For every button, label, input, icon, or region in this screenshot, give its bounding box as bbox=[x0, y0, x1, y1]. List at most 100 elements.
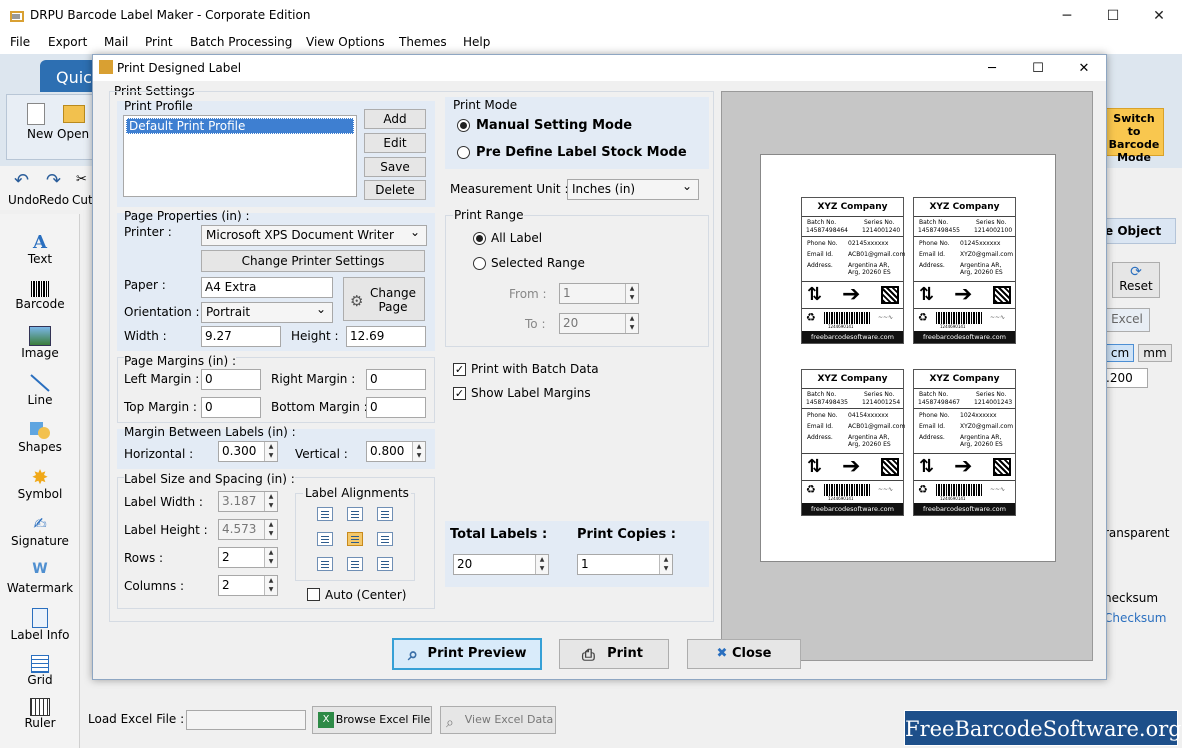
columns-spinner[interactable]: ▲ ▼ bbox=[264, 576, 277, 595]
tab-quick[interactable]: Quic bbox=[40, 60, 100, 92]
view-excel-button[interactable]: ⌕ View Excel Data bbox=[440, 706, 556, 734]
delete-profile-button[interactable]: Delete bbox=[364, 180, 426, 200]
menu-export[interactable]: Export bbox=[48, 35, 87, 49]
menu-view-options[interactable]: View Options bbox=[306, 35, 385, 49]
profile-list-item[interactable]: Default Print Profile bbox=[126, 118, 354, 134]
change-page-button[interactable]: ⚙ Change Page bbox=[343, 277, 425, 321]
close-button[interactable]: ✖ Close bbox=[687, 639, 801, 669]
align-bottom-left-icon[interactable] bbox=[317, 557, 333, 571]
from-field[interactable]: 1 ▲ ▼ bbox=[559, 283, 639, 304]
excel-path-field[interactable] bbox=[186, 710, 306, 730]
dialog-close-button[interactable]: ✕ bbox=[1061, 55, 1107, 81]
save-profile-button[interactable]: Save bbox=[364, 157, 426, 177]
close-window-button[interactable]: ✕ bbox=[1136, 0, 1182, 32]
property-value-field[interactable]: .200 bbox=[1102, 368, 1148, 388]
browse-excel-button[interactable]: X Browse Excel File bbox=[312, 706, 432, 734]
columns-field[interactable]: 2 ▲ ▼ bbox=[218, 575, 278, 596]
tool-signature[interactable]: ✍ Signature bbox=[0, 510, 80, 556]
rows-field[interactable]: 2 ▲ ▼ bbox=[218, 547, 278, 568]
cut-button[interactable]: Cut bbox=[72, 193, 93, 207]
total-labels-field[interactable]: 20 ▲ ▼ bbox=[453, 554, 549, 575]
printer-select[interactable]: Microsoft XPS Document Writer bbox=[201, 225, 427, 246]
open-button[interactable]: Open bbox=[57, 127, 89, 141]
left-margin-field[interactable]: 0 bbox=[201, 369, 261, 390]
undo-button[interactable]: Undo bbox=[8, 193, 39, 207]
all-label-radio[interactable] bbox=[473, 232, 486, 245]
batch-data-checkbox[interactable]: ✓ bbox=[453, 363, 466, 376]
predefine-mode-radio[interactable] bbox=[457, 146, 470, 159]
reset-button[interactable]: ⟳ Reset bbox=[1112, 262, 1160, 298]
page-width-field[interactable]: 9.27 bbox=[201, 326, 281, 347]
tool-label-info[interactable]: Label Info bbox=[0, 604, 80, 650]
tool-symbol[interactable]: ✸ Symbol bbox=[0, 463, 80, 509]
label-height-field[interactable]: 4.573 ▲ ▼ bbox=[218, 519, 278, 540]
label-width-field[interactable]: 3.187 ▲ ▼ bbox=[218, 491, 278, 512]
to-field[interactable]: 20 ▲ ▼ bbox=[559, 313, 639, 334]
page-height-field[interactable]: 12.69 bbox=[346, 326, 426, 347]
tool-barcode[interactable]: Barcode bbox=[0, 275, 80, 321]
align-bottom-right-icon[interactable] bbox=[377, 557, 393, 571]
align-bottom-center-icon[interactable] bbox=[347, 557, 363, 571]
align-top-center-icon[interactable] bbox=[347, 507, 363, 521]
menu-batch-processing[interactable]: Batch Processing bbox=[190, 35, 292, 49]
selected-range-radio[interactable] bbox=[473, 257, 486, 270]
minimize-button[interactable]: ─ bbox=[1044, 0, 1090, 32]
rows-spinner[interactable]: ▲ ▼ bbox=[264, 548, 277, 567]
tool-shapes[interactable]: Shapes bbox=[0, 416, 80, 462]
menu-help[interactable]: Help bbox=[463, 35, 490, 49]
label-height-spinner[interactable]: ▲ ▼ bbox=[264, 520, 277, 539]
measurement-unit-select[interactable]: Inches (in) bbox=[567, 179, 699, 200]
manual-mode-radio[interactable] bbox=[457, 119, 470, 132]
horizontal-spinner[interactable]: ▲ ▼ bbox=[264, 442, 277, 461]
total-labels-spinner[interactable]: ▲ ▼ bbox=[535, 555, 548, 574]
paper-field[interactable]: A4 Extra bbox=[201, 277, 333, 298]
auto-center-checkbox[interactable] bbox=[307, 588, 320, 601]
print-button[interactable]: ⎙ Print bbox=[559, 639, 669, 669]
add-profile-button[interactable]: Add bbox=[364, 109, 426, 129]
to-spinner[interactable]: ▲ ▼ bbox=[625, 314, 638, 333]
vertical-spinner[interactable]: ▲ ▼ bbox=[412, 442, 425, 461]
redo-button[interactable]: Redo bbox=[39, 193, 69, 207]
print-copies-spinner[interactable]: ▲ ▼ bbox=[659, 555, 672, 574]
top-margin-field[interactable]: 0 bbox=[201, 397, 261, 418]
menu-mail[interactable]: Mail bbox=[104, 35, 128, 49]
label-address-value: Argentina AR, Arg, 20260 ES bbox=[848, 434, 891, 448]
unit-mm-button[interactable]: mm bbox=[1138, 344, 1172, 362]
align-middle-left-icon[interactable] bbox=[317, 532, 333, 546]
horizontal-spacing-field[interactable]: 0.300 ▲ ▼ bbox=[218, 441, 278, 462]
right-margin-field[interactable]: 0 bbox=[366, 369, 426, 390]
tool-grid[interactable]: Grid bbox=[0, 651, 80, 697]
bottom-margin-field[interactable]: 0 bbox=[366, 397, 426, 418]
profile-list[interactable]: Default Print Profile bbox=[123, 115, 357, 197]
dialog-maximize-button[interactable]: ☐ bbox=[1015, 55, 1061, 81]
print-preview-button[interactable]: ⌕ Print Preview bbox=[392, 638, 542, 670]
from-spinner[interactable]: ▲ ▼ bbox=[625, 284, 638, 303]
tool-text[interactable]: A Text bbox=[0, 228, 80, 274]
checksum-link[interactable]: Checksum bbox=[1104, 611, 1166, 625]
tool-ruler[interactable]: Ruler bbox=[0, 694, 80, 740]
unit-cm-button[interactable]: cm bbox=[1106, 344, 1134, 362]
dialog-minimize-button[interactable]: ─ bbox=[969, 55, 1015, 81]
orientation-select[interactable]: Portrait bbox=[201, 302, 333, 323]
change-printer-settings-button[interactable]: Change Printer Settings bbox=[201, 250, 425, 272]
align-center-icon[interactable] bbox=[347, 532, 363, 546]
tool-image[interactable]: Image bbox=[0, 322, 80, 368]
show-margins-checkbox[interactable]: ✓ bbox=[453, 387, 466, 400]
align-top-right-icon[interactable] bbox=[377, 507, 393, 521]
menu-themes[interactable]: Themes bbox=[399, 35, 447, 49]
excel-button[interactable]: Excel bbox=[1104, 308, 1150, 332]
object-tab[interactable]: e Object bbox=[1104, 218, 1176, 244]
menu-print[interactable]: Print bbox=[145, 35, 173, 49]
align-middle-right-icon[interactable] bbox=[377, 532, 393, 546]
menu-file[interactable]: File bbox=[10, 35, 30, 49]
print-copies-field[interactable]: 1 ▲ ▼ bbox=[577, 554, 673, 575]
tool-line[interactable]: Line bbox=[0, 369, 80, 415]
vertical-spacing-field[interactable]: 0.800 ▲ ▼ bbox=[366, 441, 426, 462]
maximize-button[interactable]: ☐ bbox=[1090, 0, 1136, 32]
new-button[interactable]: New bbox=[27, 127, 53, 141]
tool-watermark[interactable]: W Watermark bbox=[0, 557, 80, 603]
edit-profile-button[interactable]: Edit bbox=[364, 133, 426, 153]
label-width-spinner[interactable]: ▲ ▼ bbox=[264, 492, 277, 511]
switch-to-barcode-mode-button[interactable]: Switch to Barcode Mode bbox=[1104, 108, 1164, 164]
align-top-left-icon[interactable] bbox=[317, 507, 333, 521]
